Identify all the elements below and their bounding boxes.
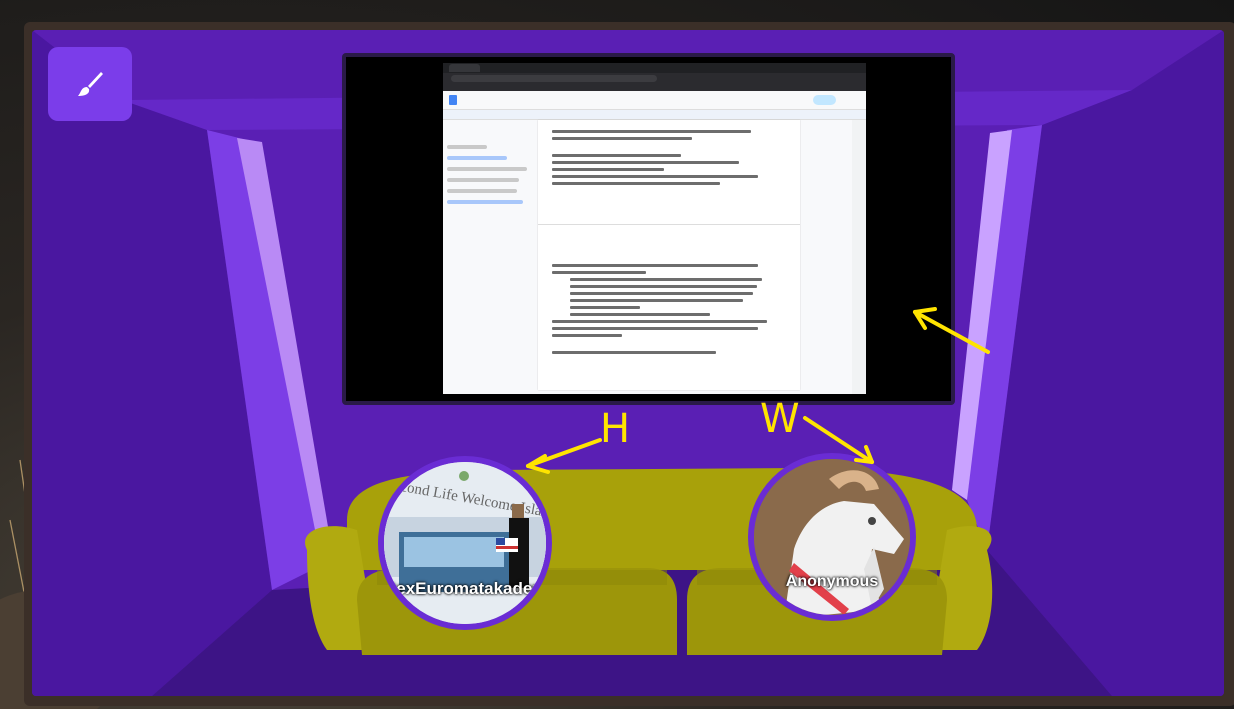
address-bar <box>451 75 657 82</box>
participant-name: DexEuromatakademicki <box>384 579 552 598</box>
paintbrush-button[interactable] <box>48 47 132 121</box>
docs-icon <box>449 95 457 105</box>
browser-titlebar <box>443 63 866 73</box>
paintbrush-icon <box>78 72 103 96</box>
participant-avatar-dex[interactable]: Second Life Welcome Island DexEuromataka… <box>378 456 552 630</box>
virtual-room: Second Life Welcome Island DexEuromataka… <box>32 30 1224 696</box>
doc-page <box>538 120 800 390</box>
doc-outline <box>447 138 535 211</box>
share-button <box>812 95 836 105</box>
doc-body <box>443 120 866 394</box>
browser-tab <box>449 64 481 72</box>
goat-icon <box>754 459 910 615</box>
annotation-w: W <box>760 396 800 442</box>
photo-avatar: Second Life Welcome Island <box>384 462 546 624</box>
browser-urlbar <box>443 73 866 84</box>
participant-name: Anonymous <box>785 573 879 590</box>
room-frame: Second Life Welcome Island DexEuromataka… <box>24 22 1234 706</box>
doc-side-panel <box>852 120 866 394</box>
bookmarks-bar <box>443 84 866 91</box>
shared-document <box>443 63 866 394</box>
shared-screen[interactable] <box>342 53 955 405</box>
doc-toolbar <box>443 110 866 120</box>
vr-scene: Second Life Welcome Island DexEuromataka… <box>0 0 1234 709</box>
annotation-h: H <box>600 406 631 452</box>
participant-avatar-anonymous[interactable]: Anonymous <box>748 453 916 621</box>
doc-header <box>443 91 866 110</box>
